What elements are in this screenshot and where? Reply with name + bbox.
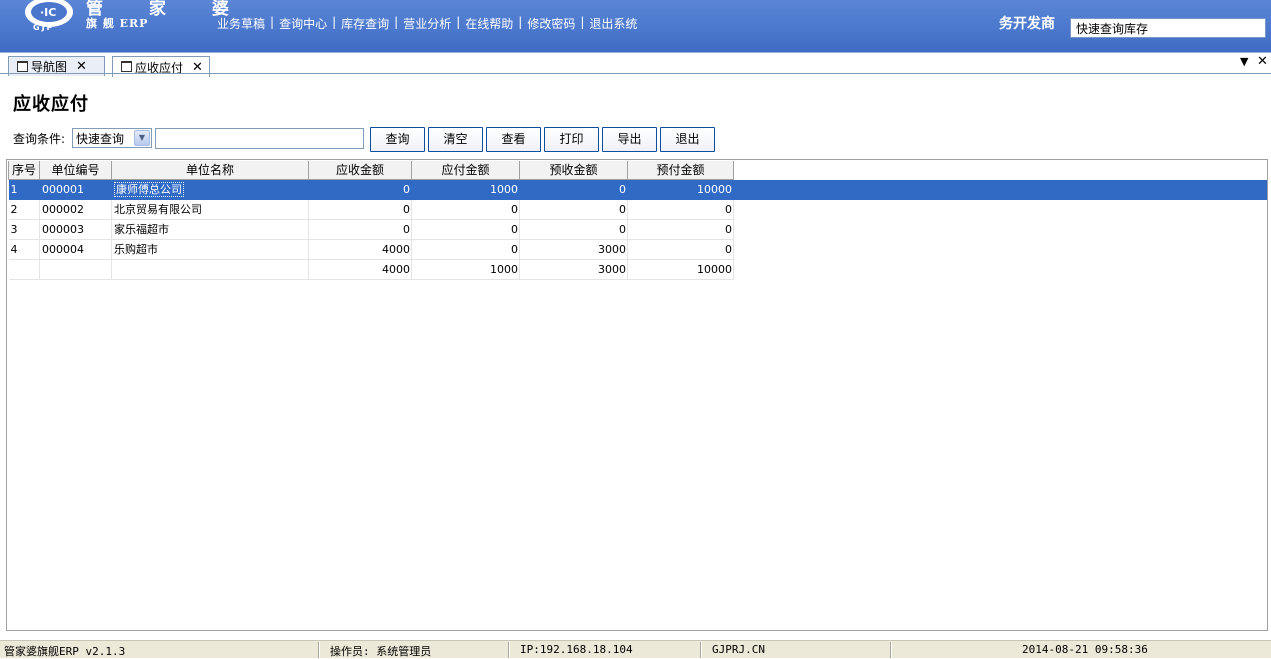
- nav-inventory[interactable]: 库存查询: [341, 15, 389, 32]
- status-operator: 操作员: 系统管理员: [330, 645, 432, 658]
- cell-index: 4: [8, 239, 40, 260]
- query-condition-label: 查询条件:: [13, 132, 66, 146]
- window-icon: [17, 61, 28, 72]
- company-name: 务开发商: [999, 16, 1055, 32]
- cell-receivable: 0: [308, 199, 412, 220]
- cell-payable: 0: [411, 239, 520, 260]
- receivables-table: 序号 单位编号 单位名称 应收金额 应付金额 预收金额 预付金额 1 00000…: [8, 161, 734, 280]
- cell-advance-received: 0: [519, 219, 628, 240]
- total-cell: [39, 259, 112, 280]
- cell-index: 3: [8, 219, 40, 240]
- column-header[interactable]: 预收金额: [519, 161, 628, 180]
- cell-receivable: 0: [308, 179, 412, 200]
- cell-payable: 0: [411, 199, 520, 220]
- column-header[interactable]: 单位编号: [39, 161, 112, 180]
- column-header[interactable]: 单位名称: [111, 161, 309, 180]
- total-cell: [8, 259, 40, 280]
- logo-subtitle: 旗 舰 ERP: [86, 17, 149, 30]
- status-datetime: 2014-08-21 09:58:36: [1022, 643, 1148, 656]
- table-row[interactable]: 3 000003 家乐福超市 0 0 0 0: [8, 219, 734, 240]
- top-nav: 业务草稿 | 查询中心 | 库存查询 | 营业分析 | 在线帮助 | 修改密码 …: [217, 15, 638, 32]
- tab-strip: 导航图 ✕ 应收应付 ✕: [0, 52, 1271, 77]
- cell-advance-received: 3000: [519, 239, 628, 260]
- totals-row: 4000 1000 3000 10000: [8, 259, 734, 280]
- cell-name: 乐购超市: [111, 239, 309, 260]
- cell-advance-paid: 10000: [627, 179, 734, 200]
- table-header-row: 序号 单位编号 单位名称 应收金额 应付金额 预收金额 预付金额: [8, 161, 734, 180]
- nav-query-center[interactable]: 查询中心: [279, 15, 327, 32]
- cell-name: 康师傅总公司: [111, 179, 309, 200]
- query-select-value: 快速查询: [76, 132, 125, 146]
- cell-name: 北京贸易有限公司: [111, 199, 309, 220]
- cell-advance-received: 0: [519, 179, 628, 200]
- cell-index: 1: [8, 179, 40, 200]
- cell-payable: 0: [411, 219, 520, 240]
- cell-index: 2: [8, 199, 40, 220]
- column-header[interactable]: 应收金额: [308, 161, 412, 180]
- status-bar: 管家婆旗舰ERP v2.1.3 操作员: 系统管理员 IP:192.168.18…: [0, 640, 1271, 658]
- tab-close-icon[interactable]: ✕: [76, 59, 87, 74]
- query-condition-select[interactable]: 快速查询 ▼: [72, 128, 152, 148]
- cell-code: 000002: [39, 199, 112, 220]
- tab-list-dropdown-icon[interactable]: ▼: [1240, 55, 1248, 68]
- svg-text:·IC: ·IC: [40, 6, 56, 19]
- selected-row-highlight: [733, 180, 1267, 200]
- cell-receivable: 4000: [308, 239, 412, 260]
- clear-button[interactable]: 清空: [428, 127, 483, 152]
- cell-advance-paid: 0: [627, 239, 734, 260]
- total-receivable: 4000: [308, 259, 412, 280]
- nav-analysis[interactable]: 营业分析: [403, 15, 451, 32]
- cell-code: 000004: [39, 239, 112, 260]
- view-button[interactable]: 查看: [486, 127, 541, 152]
- logo-mark: GJP: [33, 23, 55, 32]
- chevron-down-icon[interactable]: ▼: [134, 130, 150, 146]
- export-button[interactable]: 导出: [602, 127, 657, 152]
- total-advance-received: 3000: [519, 259, 628, 280]
- cell-name-text: 康师傅总公司: [114, 182, 184, 197]
- total-payable: 1000: [411, 259, 520, 280]
- quick-search-input[interactable]: [1070, 18, 1266, 38]
- column-header[interactable]: 预付金额: [627, 161, 734, 180]
- table-row[interactable]: 1 000001 康师傅总公司 0 1000 0 10000: [8, 179, 734, 200]
- cell-code: 000003: [39, 219, 112, 240]
- query-button[interactable]: 查询: [370, 127, 425, 152]
- cell-payable: 1000: [411, 179, 520, 200]
- cell-code: 000001: [39, 179, 112, 200]
- status-ip: IP:192.168.18.104: [520, 643, 633, 656]
- column-header[interactable]: 序号: [8, 161, 40, 180]
- table-row[interactable]: 2 000002 北京贸易有限公司 0 0 0 0: [8, 199, 734, 220]
- total-advance-paid: 10000: [627, 259, 734, 280]
- cell-advance-received: 0: [519, 199, 628, 220]
- status-site: GJPRJ.CN: [712, 643, 765, 656]
- nav-change-password[interactable]: 修改密码: [527, 15, 575, 32]
- nav-logout[interactable]: 退出系统: [589, 15, 637, 32]
- column-header[interactable]: 应付金额: [411, 161, 520, 180]
- cell-advance-paid: 0: [627, 199, 734, 220]
- table-row[interactable]: 4 000004 乐购超市 4000 0 3000 0: [8, 239, 734, 260]
- window-icon: [121, 61, 132, 72]
- cell-advance-paid: 0: [627, 219, 734, 240]
- page-title: 应收应付: [13, 94, 89, 115]
- cell-name: 家乐福超市: [111, 219, 309, 240]
- nav-help[interactable]: 在线帮助: [465, 15, 513, 32]
- close-all-tabs-icon[interactable]: ✕: [1257, 54, 1268, 69]
- total-cell: [111, 259, 309, 280]
- app-header: ·IC GJP 管 家 婆 旗 舰 ERP 业务草稿 | 查询中心 | 库存查询…: [0, 0, 1271, 52]
- cell-receivable: 0: [308, 219, 412, 240]
- exit-button[interactable]: 退出: [660, 127, 715, 152]
- status-app-version: 管家婆旗舰ERP v2.1.3: [4, 645, 126, 658]
- print-button[interactable]: 打印: [544, 127, 599, 152]
- query-keyword-input[interactable]: [155, 128, 364, 149]
- data-grid[interactable]: 序号 单位编号 单位名称 应收金额 应付金额 预收金额 预付金额 1 00000…: [6, 159, 1268, 631]
- nav-drafts[interactable]: 业务草稿: [217, 15, 265, 32]
